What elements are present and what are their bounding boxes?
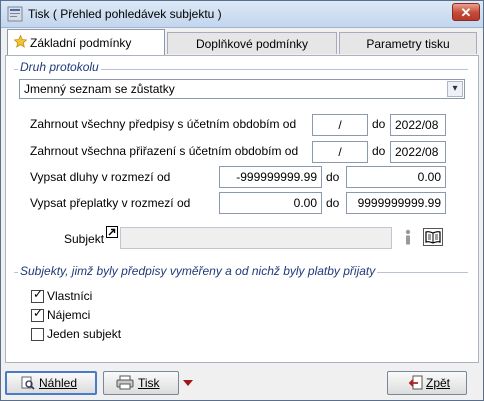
tab-bar: Základní podmínky Doplňkové podmínky Par…: [5, 29, 479, 57]
print-button[interactable]: Tisk: [103, 371, 179, 395]
tab-basic-conditions[interactable]: Základní podmínky: [7, 29, 165, 55]
preplatky-from-input[interactable]: 0.00: [219, 192, 322, 214]
jeden-subjekt-label: Jeden subjekt: [47, 327, 122, 341]
tab-additional-conditions[interactable]: Doplňkové podmínky: [167, 32, 337, 54]
predpisy-label: Zahrnout všechny předpisy s účetním obdo…: [30, 117, 297, 131]
predpisy-to-label: do: [372, 117, 386, 131]
open-link-icon[interactable]: [106, 226, 118, 238]
najemci-label: Nájemci: [47, 308, 91, 322]
prirazeni-to-label: do: [372, 144, 386, 158]
subjects-group-label: Subjekty, jimž byly předpisy vyměřeny a …: [18, 264, 378, 278]
back-button[interactable]: Zpět: [387, 371, 467, 395]
tab-print-parameters[interactable]: Parametry tisku: [339, 32, 477, 54]
preplatky-label: Vypsat přeplatky v rozmezí od: [30, 196, 191, 210]
title-bar[interactable]: Tisk ( Přehled pohledávek subjektu ) ✕: [1, 1, 483, 28]
dropdown-arrow-icon: [183, 380, 193, 386]
najemci-checkbox[interactable]: ✓: [31, 306, 44, 322]
tab-print-label: Parametry tisku: [366, 37, 450, 51]
preview-label: Náhled: [39, 376, 78, 390]
vlastnici-checkbox[interactable]: ✓: [31, 287, 44, 303]
tab-additional-label: Doplňkové podmínky: [195, 37, 309, 51]
chevron-down-icon[interactable]: ▾: [447, 81, 463, 97]
dluhy-label: Vypsat dluhy v rozmezí od: [30, 170, 171, 184]
dluhy-from-input[interactable]: -999999999.99: [219, 166, 322, 188]
subject-label: Subjekt: [64, 232, 105, 246]
preplatky-to-input[interactable]: 9999999999.99: [346, 192, 446, 214]
close-button[interactable]: ✕: [452, 3, 480, 21]
back-label: Zpět: [426, 376, 451, 390]
vlastnici-label: Vlastníci: [47, 289, 93, 303]
prirazeni-label: Zahrnout všechna přiřazení s účetním obd…: [30, 144, 299, 158]
preplatky-to-label: do: [326, 196, 340, 210]
magnifier-page-icon: [21, 376, 35, 390]
book-icon[interactable]: [423, 228, 443, 246]
tab-basic-label: Základní podmínky: [30, 36, 132, 50]
protocol-type-value: Jmenný seznam se zůstatky: [24, 82, 175, 96]
jeden-subjekt-checkbox[interactable]: [31, 328, 44, 341]
preview-button[interactable]: Náhled: [5, 371, 97, 395]
subject-input[interactable]: [120, 227, 392, 249]
predpisy-to-input[interactable]: 2022/08: [390, 114, 446, 136]
prirazeni-from-input[interactable]: /: [312, 141, 368, 163]
print-dropdown-button[interactable]: [181, 371, 195, 395]
dluhy-to-label: do: [326, 170, 340, 184]
prirazeni-to-input[interactable]: 2022/08: [390, 141, 446, 163]
star-icon: [14, 35, 27, 48]
back-arrow-icon: [408, 375, 423, 390]
checkmark-icon: ✓: [33, 287, 44, 301]
dluhy-to-input[interactable]: 0.00: [346, 166, 446, 188]
window-title: Tisk ( Přehled pohledávek subjektu ): [28, 7, 222, 21]
protocol-type-select[interactable]: Jmenný seznam se zůstatky ▾: [19, 79, 465, 99]
checkmark-icon: ✓: [33, 306, 44, 320]
print-dialog: Tisk ( Přehled pohledávek subjektu ) ✕ Z…: [0, 0, 484, 401]
predpisy-from-input[interactable]: /: [312, 114, 368, 136]
app-icon: [7, 6, 23, 22]
print-label: Tisk: [138, 376, 160, 390]
info-icon[interactable]: [399, 228, 417, 246]
printer-icon: [116, 375, 134, 390]
basic-conditions-panel: Druh protokolu Jmenný seznam se zůstatky…: [5, 55, 479, 363]
protocol-group-label: Druh protokolu: [18, 60, 101, 74]
